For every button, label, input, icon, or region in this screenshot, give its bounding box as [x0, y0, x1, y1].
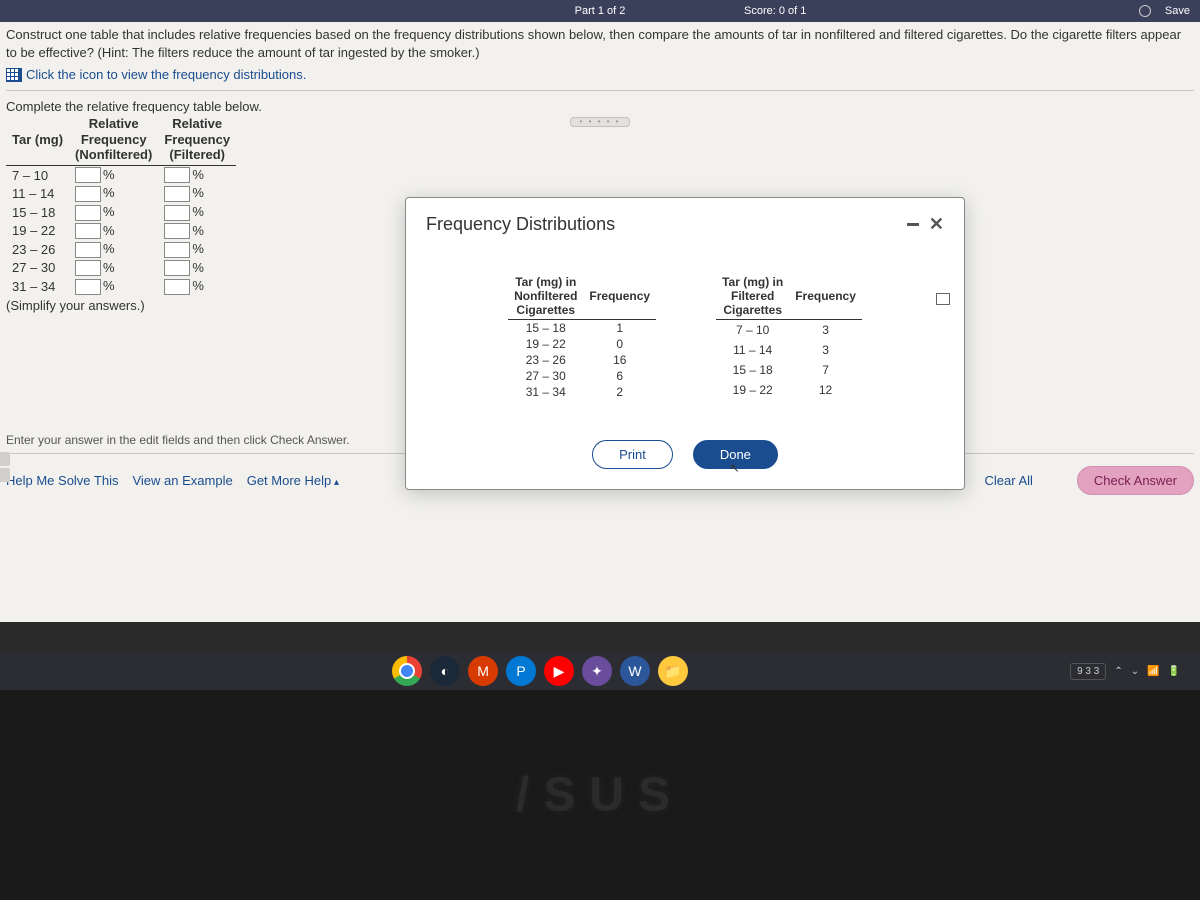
desktop-area: /SUS	[0, 690, 1200, 900]
score-indicator: Score: 0 of 1	[744, 5, 806, 17]
nonfiltered-table: Tar (mg) in Nonfiltered Cigarettes Frequ…	[508, 275, 656, 400]
table-row: 7 – 103	[716, 320, 862, 341]
drag-handle-icon[interactable]: • • • • •	[570, 117, 630, 127]
col-nonfiltered-header: Relative Frequency (Nonfiltered)	[69, 116, 158, 165]
table-row: 23 – 26 % %	[6, 240, 236, 259]
steam-icon[interactable]: ◐	[430, 656, 460, 686]
divider	[6, 90, 1194, 91]
save-link[interactable]: Save	[1165, 5, 1190, 17]
filtered-table: Tar (mg) in Filtered Cigarettes Frequenc…	[716, 275, 862, 400]
table-row: 15 – 187	[716, 360, 862, 380]
table-row: 19 – 2212	[716, 380, 862, 400]
modal-title: Frequency Distributions	[426, 214, 907, 235]
part-indicator: Part 1 of 2	[575, 5, 626, 17]
table-row: 7 – 10 % %	[6, 165, 236, 184]
nonfiltered-input-2[interactable]	[75, 205, 101, 221]
table-row: 11 – 143	[716, 340, 862, 360]
os-taskbar: ◐ M P ▶ ✦ W 📁 9 3 3 ⌃ ⌄ 📶 🔋	[0, 652, 1200, 690]
filtered-freq-header: Frequency	[789, 275, 862, 320]
word-icon[interactable]: W	[620, 656, 650, 686]
side-tab[interactable]	[0, 452, 10, 466]
view-link-text: Click the icon to view the frequency dis…	[26, 67, 306, 82]
filtered-input-5[interactable]	[164, 260, 190, 276]
view-example-link[interactable]: View an Example	[132, 473, 232, 488]
col-filtered-header: Relative Frequency (Filtered)	[158, 116, 236, 165]
table-row: 31 – 342	[508, 384, 656, 400]
nonfiltered-input-5[interactable]	[75, 260, 101, 276]
filtered-input-4[interactable]	[164, 242, 190, 258]
input-table-label: Complete the relative frequency table be…	[6, 99, 1194, 114]
view-distributions-link[interactable]: Click the icon to view the frequency dis…	[6, 67, 1194, 82]
print-button[interactable]: Print	[592, 440, 673, 469]
table-row: 19 – 22 % %	[6, 222, 236, 241]
paint-icon[interactable]: P	[506, 656, 536, 686]
youtube-icon[interactable]: ▶	[544, 656, 574, 686]
nonfiltered-range-header: Tar (mg) in Nonfiltered Cigarettes	[508, 275, 583, 320]
table-row: 15 – 18 % %	[6, 203, 236, 222]
filtered-input-0[interactable]	[164, 167, 190, 183]
laptop-logo: /SUS	[516, 768, 684, 823]
chrome-icon[interactable]	[392, 656, 422, 686]
close-icon[interactable]: ✕	[929, 214, 944, 235]
filtered-input-1[interactable]	[164, 186, 190, 202]
nonfiltered-input-0[interactable]	[75, 167, 101, 183]
get-more-help-link[interactable]: Get More Help	[247, 473, 339, 488]
check-answer-button[interactable]: Check Answer	[1077, 466, 1194, 495]
nonfiltered-input-6[interactable]	[75, 279, 101, 295]
tray-up-icon[interactable]: ⌃	[1114, 666, 1122, 677]
system-tray: 9 3 3 ⌃ ⌄ 📶 🔋	[1070, 663, 1180, 680]
nonfiltered-freq-header: Frequency	[583, 275, 656, 320]
filtered-range-header: Tar (mg) in Filtered Cigarettes	[716, 275, 789, 320]
question-panel: Construct one table that includes relati…	[0, 22, 1200, 622]
gear-icon[interactable]	[1139, 5, 1151, 17]
table-icon	[6, 68, 22, 82]
table-row: 19 – 220	[508, 336, 656, 352]
cursor-icon: ↖	[730, 461, 740, 475]
table-row: 27 – 30 % %	[6, 259, 236, 278]
frequency-distributions-modal: Frequency Distributions ✕ Tar (mg) in No…	[405, 197, 965, 490]
question-text: Construct one table that includes relati…	[6, 26, 1194, 61]
relative-frequency-table: Tar (mg) Relative Frequency (Nonfiltered…	[6, 116, 236, 296]
print-icon[interactable]	[936, 293, 950, 305]
nonfiltered-input-1[interactable]	[75, 186, 101, 202]
files-icon[interactable]: 📁	[658, 656, 688, 686]
filtered-input-6[interactable]	[164, 279, 190, 295]
mail-icon[interactable]: M	[468, 656, 498, 686]
table-row: 23 – 2616	[508, 352, 656, 368]
clear-all-link[interactable]: Clear All	[984, 473, 1032, 488]
nonfiltered-input-3[interactable]	[75, 223, 101, 239]
col-tar-header: Tar (mg)	[6, 116, 69, 165]
filtered-input-3[interactable]	[164, 223, 190, 239]
filtered-input-2[interactable]	[164, 205, 190, 221]
minimize-icon[interactable]	[907, 223, 919, 226]
wifi-icon[interactable]: 📶	[1147, 666, 1159, 677]
help-solve-link[interactable]: Help Me Solve This	[6, 473, 118, 488]
table-row: 15 – 181	[508, 320, 656, 337]
nonfiltered-input-4[interactable]	[75, 242, 101, 258]
battery-icon[interactable]: 🔋	[1168, 666, 1180, 677]
table-row: 11 – 14 % %	[6, 184, 236, 203]
tray-date[interactable]: 9 3 3	[1070, 663, 1106, 680]
side-tab[interactable]	[0, 468, 10, 482]
app-icon[interactable]: ✦	[582, 656, 612, 686]
table-row: 27 – 306	[508, 368, 656, 384]
tray-down-icon[interactable]: ⌄	[1131, 666, 1139, 677]
assignment-top-bar: Part 1 of 2 Score: 0 of 1 Save	[0, 0, 1200, 22]
side-tabs	[0, 452, 10, 482]
table-row: 31 – 34 % %	[6, 277, 236, 296]
